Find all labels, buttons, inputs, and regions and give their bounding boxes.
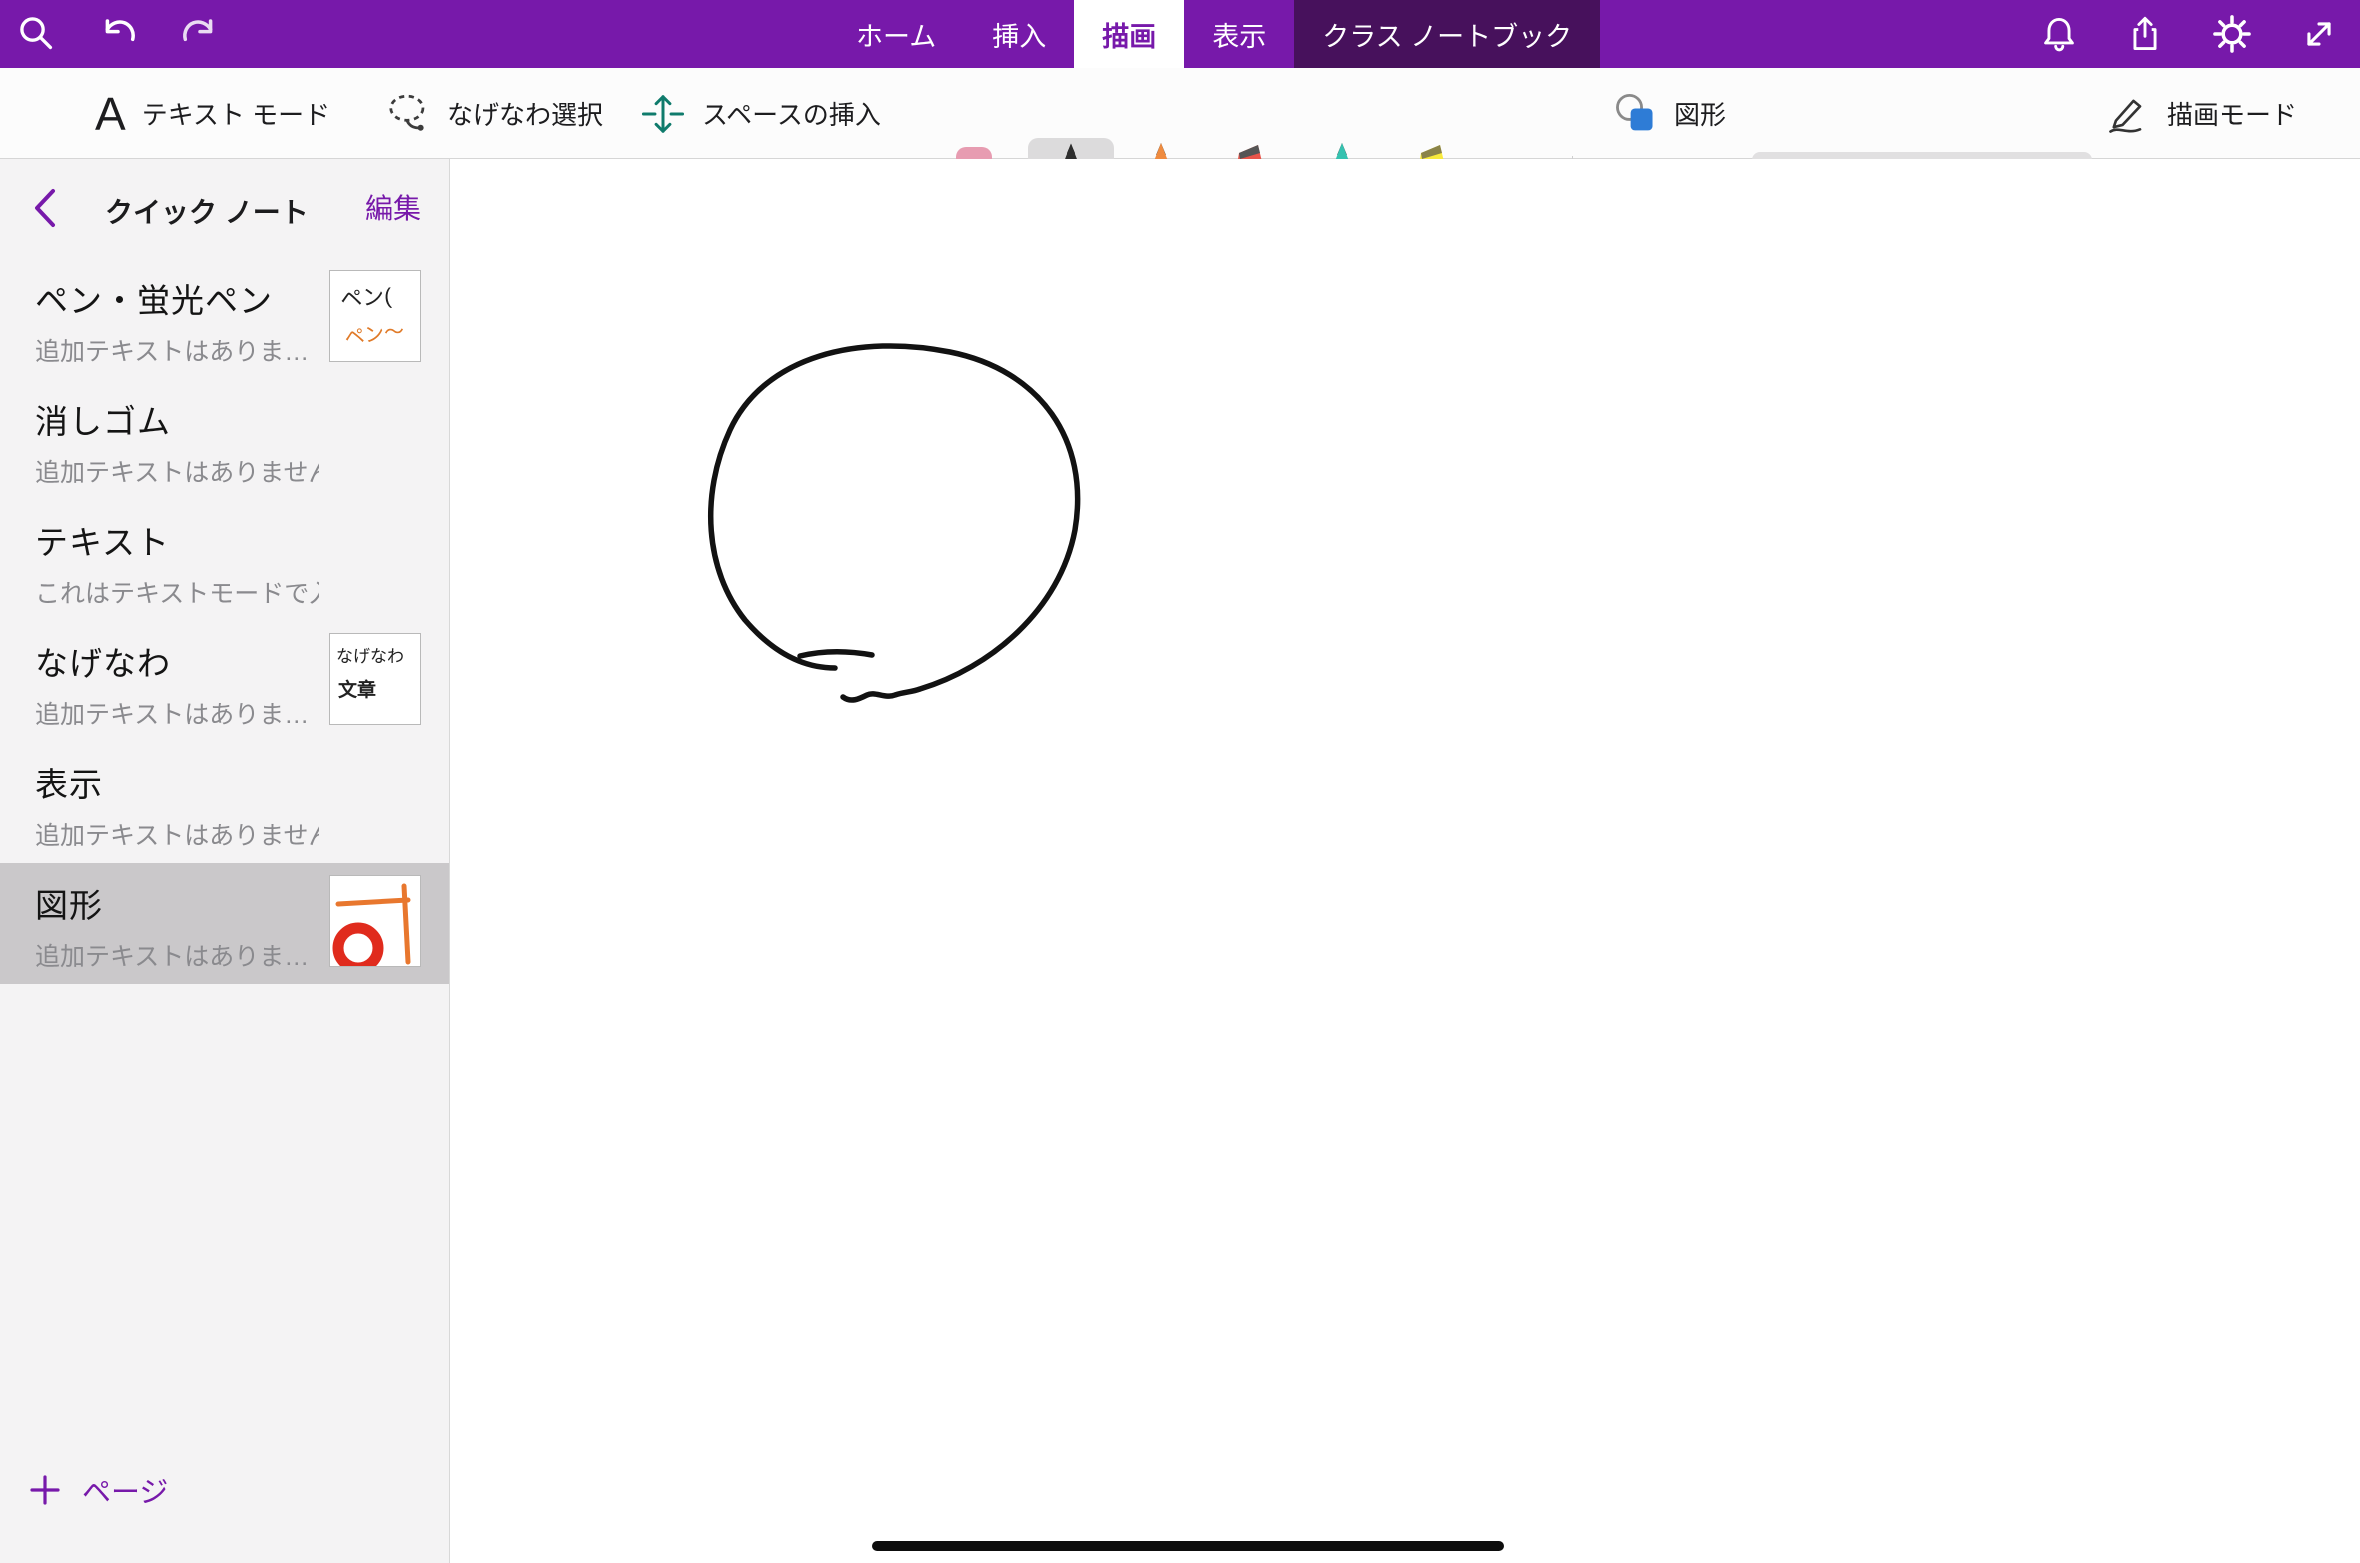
draw-mode-button[interactable]: 描画モード — [2105, 68, 2297, 159]
thumb-text: ペン( — [339, 276, 421, 314]
page-thumbnail: なげなわ 文章 — [329, 633, 421, 725]
page-row-pen-highlighter[interactable]: ペン・蛍光ペン 追加テキストはありま… ペン( ペン〜 — [0, 258, 449, 379]
thumbnail-sketch — [330, 876, 420, 966]
page-title: 表示 — [35, 758, 319, 806]
page-row-lasso[interactable]: なげなわ 追加テキストはありま… なげなわ 文章 — [0, 621, 449, 742]
search-button[interactable] — [18, 15, 56, 53]
home-indicator[interactable] — [872, 1541, 1504, 1551]
lasso-select-button[interactable]: なげなわ選択 — [385, 68, 603, 159]
page-subtitle: 追加テキストはありま… — [35, 695, 319, 731]
edit-button[interactable]: 編集 — [365, 187, 421, 227]
thumb-text: なげなわ — [336, 642, 420, 667]
plus-icon — [28, 1473, 62, 1507]
page-row-eraser[interactable]: 消しゴム 追加テキストはありません — [0, 379, 449, 500]
page-title: 消しゴム — [35, 395, 319, 443]
insert-space-icon — [640, 91, 686, 137]
ink-stroke-circle — [450, 159, 2360, 1563]
expand-icon — [2300, 15, 2338, 53]
text-mode-label: テキスト モード — [142, 95, 330, 132]
text-mode-button[interactable]: A テキスト モード — [95, 68, 330, 159]
chevron-left-icon — [31, 187, 57, 229]
share-button[interactable] — [2126, 15, 2164, 53]
add-page-label: ページ — [82, 1469, 168, 1511]
tab-home[interactable]: ホーム — [828, 0, 964, 68]
lasso-icon — [385, 91, 431, 137]
page-list-sidebar: クイック ノート 編集 ペン・蛍光ペン 追加テキストはありま… ペン( ペン〜 … — [0, 159, 450, 1563]
draw-mode-icon — [2105, 92, 2151, 136]
page-title: テキスト — [35, 516, 319, 564]
shape-label: 図形 — [1674, 95, 1726, 132]
page-thumbnail — [329, 875, 421, 967]
page-subtitle: 追加テキストはありま… — [35, 332, 319, 368]
bell-icon — [2040, 15, 2078, 53]
page-subtitle: 追加テキストはありません — [35, 453, 319, 489]
page-subtitle: 追加テキストはありま… — [35, 937, 319, 973]
undo-button[interactable] — [98, 14, 138, 54]
page-subtitle: 追加テキストはありません — [35, 816, 319, 852]
drawing-canvas[interactable] — [450, 159, 2360, 1563]
shape-button[interactable]: 図形 — [1612, 68, 1726, 159]
ribbon-tabs: ホーム 挿入 描画 表示 クラス ノートブック — [828, 0, 1600, 68]
redo-icon — [180, 14, 220, 54]
insert-space-label: スペースの挿入 — [702, 95, 881, 132]
onenote-app: ホーム 挿入 描画 表示 クラス ノートブック — [0, 0, 2360, 1563]
page-title: なげなわ — [35, 637, 319, 685]
tab-insert[interactable]: 挿入 — [964, 0, 1074, 68]
thumb-text: 文章 — [338, 675, 420, 702]
topbar-right-actions — [2040, 0, 2338, 68]
topbar-left-actions — [18, 0, 220, 68]
shape-icon — [1612, 92, 1658, 136]
sidebar-header: クイック ノート 編集 — [0, 159, 449, 258]
page-row-shape[interactable]: 図形 追加テキストはありま… — [0, 863, 449, 984]
text-mode-icon: A — [95, 91, 126, 137]
fullscreen-button[interactable] — [2300, 15, 2338, 53]
tab-class-notebook[interactable]: クラス ノートブック — [1294, 0, 1600, 68]
section-title: クイック ノート — [105, 191, 309, 231]
page-row-text[interactable]: テキスト これはテキストモードで入力し… — [0, 500, 449, 621]
gear-icon — [2212, 14, 2252, 54]
page-thumbnail: ペン( ペン〜 — [329, 270, 421, 362]
insert-space-button[interactable]: スペースの挿入 — [640, 68, 881, 159]
page-row-view[interactable]: 表示 追加テキストはありません — [0, 742, 449, 863]
page-list: ペン・蛍光ペン 追加テキストはありま… ペン( ペン〜 消しゴム 追加テキストは… — [0, 258, 449, 984]
lasso-label: なげなわ選択 — [447, 95, 603, 132]
page-title: ペン・蛍光ペン — [35, 274, 319, 322]
page-subtitle: これはテキストモードで入力し… — [35, 574, 319, 610]
settings-button[interactable] — [2212, 14, 2252, 54]
page-title: 図形 — [35, 879, 319, 927]
search-icon — [18, 15, 56, 53]
share-icon — [2126, 15, 2164, 53]
thumb-text: ペン〜 — [343, 312, 421, 350]
notifications-button[interactable] — [2040, 15, 2078, 53]
draw-toolbar: A テキスト モード なげなわ選択 スペースの挿入 — [0, 68, 2360, 159]
draw-mode-label: 描画モード — [2167, 95, 2297, 132]
top-bar: ホーム 挿入 描画 表示 クラス ノートブック — [0, 0, 2360, 68]
back-button[interactable] — [22, 185, 66, 233]
tab-view[interactable]: 表示 — [1184, 0, 1294, 68]
redo-button[interactable] — [180, 14, 220, 54]
add-page-button[interactable]: ページ — [28, 1469, 168, 1511]
undo-icon — [98, 14, 138, 54]
tab-draw[interactable]: 描画 — [1074, 0, 1184, 68]
